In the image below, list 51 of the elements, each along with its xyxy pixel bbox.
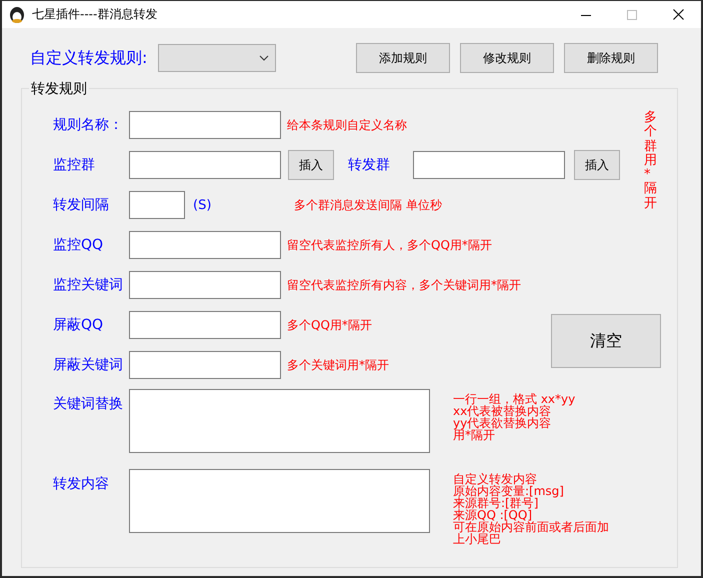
hint-text: 多个群消息发送间隔 单位秒	[294, 196, 442, 214]
hint-text: 多个QQ用*隔开	[287, 316, 372, 334]
rule-button[interactable]: 删除规则	[564, 43, 658, 73]
insert-button[interactable]: 插入	[288, 150, 334, 180]
hint-text: 上小尾巴	[453, 533, 501, 545]
hint-text: xx代表被替换内容	[453, 405, 552, 417]
input-field[interactable]	[129, 191, 185, 219]
hint-text: 来源QQ :[QQ]	[453, 509, 532, 521]
unit-label: (S)	[193, 198, 212, 212]
hint-text: 可在原始内容前面或者后面加	[453, 521, 609, 533]
penguin-icon	[8, 6, 26, 24]
side-note: 多个群用*隔开	[644, 111, 657, 212]
hint-text: 自定义转发内容	[453, 473, 537, 485]
chevron-icon	[259, 55, 269, 61]
input-field[interactable]	[129, 231, 281, 259]
input-field[interactable]	[413, 151, 565, 179]
input-field[interactable]	[129, 111, 281, 139]
hint-text: 多个关键词用*隔开	[287, 356, 389, 374]
rule-button[interactable]: 修改规则	[460, 43, 554, 73]
text-area[interactable]	[129, 389, 430, 453]
maximize-icon	[627, 10, 637, 20]
field-label: 关键词替换	[53, 395, 124, 413]
hint-text: 原始内容变量:[msg]	[453, 485, 564, 497]
rule-button[interactable]: 添加规则	[356, 43, 450, 73]
hint-text: 给本条规则自定义名称	[287, 116, 407, 134]
input-field[interactable]	[129, 311, 281, 339]
input-field[interactable]	[129, 271, 281, 299]
field-label: 监控关键词	[53, 276, 124, 294]
field-label: 转发内容	[53, 475, 110, 493]
hint-text: 来源群号:[群号]	[453, 497, 538, 509]
insert-button[interactable]: 插入	[574, 150, 620, 180]
field-label: 监控QQ	[53, 236, 104, 254]
rule-select-label: 自定义转发规则:	[30, 48, 148, 68]
input-field[interactable]	[129, 351, 281, 379]
field-label: 屏蔽关键词	[53, 356, 124, 374]
close-icon	[672, 9, 684, 20]
field-label: 转发间隔	[53, 196, 110, 214]
field-label: 监控群	[53, 156, 96, 174]
hint-text: 用*隔开	[453, 429, 495, 441]
hint-text: 一行一组，格式 xx*yy	[453, 393, 576, 405]
hint-text: yy代表欲替换内容	[453, 417, 552, 429]
window-title: 七星插件----群消息转发	[32, 6, 158, 23]
clear-button[interactable]: 清空	[551, 314, 661, 368]
field-label: 屏蔽QQ	[53, 316, 104, 334]
field-label: 转发群	[348, 156, 391, 174]
field-label: 规则名称：	[53, 116, 124, 134]
group-title: 转发规则	[29, 80, 89, 98]
hint-text: 留空代表监控所有人，多个QQ用*隔开	[287, 236, 492, 254]
input-field[interactable]	[129, 151, 281, 179]
text-area[interactable]	[129, 469, 430, 533]
hint-text: 留空代表监控所有内容，多个关键词用*隔开	[287, 276, 521, 294]
